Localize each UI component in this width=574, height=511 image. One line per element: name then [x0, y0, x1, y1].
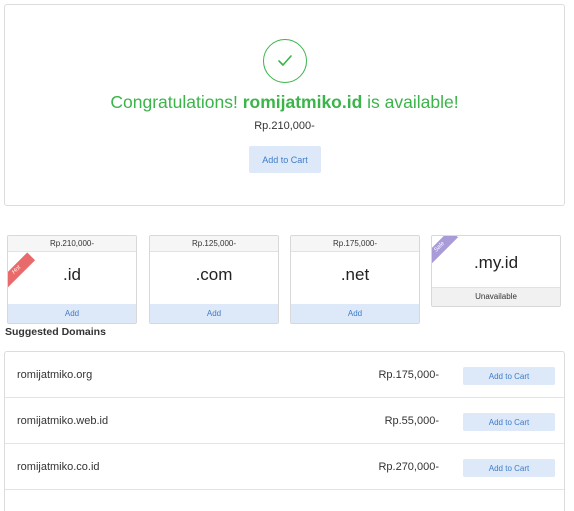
- searched-domain: romijatmiko.id: [242, 92, 363, 112]
- tld-price: Rp.210,000-: [8, 236, 136, 252]
- suggestion-row: romijatmiko.web.id Rp.55,000- Add to Car…: [5, 398, 564, 444]
- tld-card-com: Rp.125,000- .com Add: [149, 235, 279, 324]
- suggestion-add-to-cart-button[interactable]: Add to Cart: [463, 367, 555, 385]
- suggestion-price: Rp.270,000-: [378, 461, 439, 473]
- tld-price: Rp.125,000-: [150, 236, 278, 252]
- tld-add-button-id[interactable]: Add: [8, 304, 136, 323]
- availability-card: Congratulations! romijatmiko.id is avail…: [4, 4, 565, 206]
- tld-name: .net: [340, 265, 370, 284]
- tld-card-net: Rp.175,000- .net Add: [290, 235, 420, 324]
- suggestion-price: Rp.55,000-: [384, 415, 439, 427]
- suggestion-row: romijatmiko.co.id Rp.270,000- Add to Car…: [5, 444, 564, 490]
- tld-name: .id: [63, 265, 81, 284]
- tld-add-button-com[interactable]: Add: [150, 304, 278, 323]
- check-circle-icon: [263, 39, 307, 83]
- tld-price: Rp.175,000-: [291, 236, 419, 252]
- suggested-domains-list: romijatmiko.org Rp.175,000- Add to Cart …: [4, 351, 565, 511]
- tld-unavailable-label: Unavailable: [432, 287, 560, 306]
- suggestion-add-to-cart-button[interactable]: Add to Cart: [463, 413, 555, 431]
- headline-prefix: Congratulations!: [110, 92, 243, 112]
- tld-name: .my.id: [473, 253, 519, 272]
- tld-add-button-net[interactable]: Add: [291, 304, 419, 323]
- suggested-domains-heading: Suggested Domains: [5, 326, 106, 338]
- tld-card-my-id: Sale .my.id Unavailable: [431, 235, 561, 307]
- domain-price: Rp.210,000-: [254, 120, 315, 132]
- suggestion-price: Rp.175,000-: [378, 369, 439, 381]
- suggestion-domain: romijatmiko.web.id: [17, 415, 109, 427]
- availability-headline: Congratulations! romijatmiko.id is avail…: [5, 92, 564, 113]
- headline-suffix: is available!: [362, 92, 459, 112]
- tld-name: .com: [195, 265, 233, 284]
- suggestion-add-to-cart-button[interactable]: Add to Cart: [463, 459, 555, 477]
- suggestion-domain: romijatmiko.co.id: [17, 461, 100, 473]
- suggestion-domain: romijatmiko.org: [17, 369, 93, 381]
- suggestion-row: romijatmiko.org Rp.175,000- Add to Cart: [5, 352, 564, 398]
- add-to-cart-button[interactable]: Add to Cart: [249, 146, 321, 173]
- tld-card-id: Rp.210,000- Hot .id Add: [7, 235, 137, 324]
- check-icon: [278, 55, 292, 66]
